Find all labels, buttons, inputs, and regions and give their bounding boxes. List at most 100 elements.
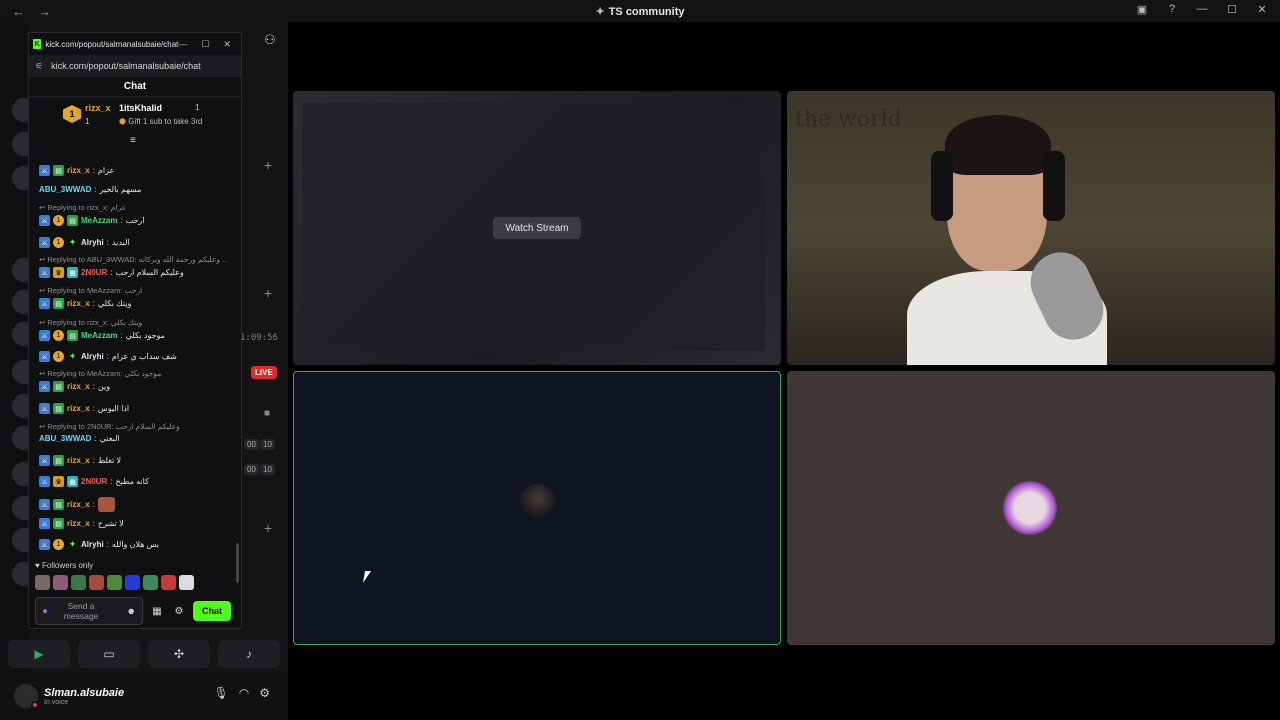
reply-context[interactable]: ↩ Replying to MeAzzam: موجود بكلي: [39, 369, 161, 378]
send-chat-button[interactable]: Chat: [193, 601, 231, 621]
chat-username[interactable]: rizx_x: [67, 500, 90, 509]
headphone-right: [1043, 151, 1065, 221]
moderator-badge-icon: ⚔: [39, 351, 50, 362]
stream-timer: 1:09:56: [240, 333, 278, 343]
chat-username[interactable]: ABU_3WWAD: [39, 185, 91, 194]
participant-avatar: [520, 484, 556, 520]
leader-name[interactable]: rizx_x: [85, 103, 111, 113]
chat-text: بس هلان والله: [111, 540, 160, 549]
emoji-picker-icon[interactable]: ☻: [127, 606, 136, 616]
chat-username[interactable]: Alryhi: [81, 352, 104, 361]
emote-button[interactable]: [179, 575, 194, 590]
user-panel: Slman.alsubaie In voice 🎙 ◠ ⚙: [0, 672, 288, 720]
reply-context[interactable]: ↩ Replying to 2N0UR: وعليكم السلام ارحب: [39, 422, 180, 431]
settings-icon[interactable]: ⚙: [259, 686, 270, 700]
voice-controls: ▶ ▭ ✣ ♪: [8, 640, 280, 668]
chat-text: شف سداب ي عزام: [111, 352, 177, 361]
microphone-icon[interactable]: 🎙: [214, 686, 229, 700]
close-button[interactable]: ✕: [1254, 3, 1270, 16]
maximize-button[interactable]: ☐: [201, 39, 209, 50]
close-button[interactable]: ✕: [223, 39, 231, 50]
emote-button[interactable]: [53, 575, 68, 590]
emote-button[interactable]: [89, 575, 104, 590]
status-dot: [31, 701, 39, 709]
chat-username[interactable]: rizx_x: [67, 456, 90, 465]
reply-context[interactable]: ↩ Replying to MeAzzam: ارحب: [39, 286, 142, 295]
second-leader-name[interactable]: 1itsKhalid: [119, 103, 162, 113]
chat-message: ⚔ 1 ▤ MeAzzam: ارحب: [39, 215, 145, 226]
chat-username[interactable]: MeAzzam: [81, 331, 117, 340]
moderator-badge-icon: ⚔: [39, 499, 50, 510]
emote-button[interactable]: [107, 575, 122, 590]
chat-messages: ⚔ ▤ rizx_x: عزام ABU_3WWAD: مسهم بالخير ↩ Re…: [29, 157, 241, 557]
video-camera-button[interactable]: ▶: [8, 640, 70, 668]
moderator-badge-icon: ⚔: [39, 518, 50, 529]
reply-context[interactable]: ↩ Replying to ABU_3WWAD: وعليكم ورحمة ال…: [39, 255, 228, 264]
chat-username[interactable]: rizx_x: [67, 166, 90, 175]
chat-text: البغني: [99, 434, 120, 443]
chat-username[interactable]: Alryhi: [81, 238, 104, 247]
store-icon[interactable]: ▦: [149, 606, 165, 617]
moderator-badge-icon: ⚔: [39, 165, 50, 176]
url-bar[interactable]: ⚟ kick.com/popout/salmanalsubaie/chat: [29, 55, 241, 77]
chat-input-placeholder: Send a message: [63, 601, 99, 621]
chat-text: ارحب: [125, 216, 145, 225]
chat-username[interactable]: rizx_x: [67, 382, 90, 391]
reply-context[interactable]: ↩ Replying to rizx_x: ويتك بكلي: [39, 318, 142, 327]
voice-input-icon[interactable]: ●: [42, 606, 48, 617]
screen-share-tile[interactable]: Watch Stream: [293, 91, 781, 365]
chat-message: ⚔ ♛ ▦ 2N0UR: كانه مطبخ: [39, 476, 149, 487]
filter-icon[interactable]: ≡: [130, 135, 136, 146]
add-channel-icon[interactable]: +: [264, 157, 272, 173]
chat-username[interactable]: Alryhi: [81, 540, 104, 549]
emote-button[interactable]: [71, 575, 86, 590]
chat-username[interactable]: 2N0UR: [81, 477, 107, 486]
camera-icon: ■: [264, 408, 271, 419]
activities-button[interactable]: ✣: [148, 640, 210, 668]
chat-message: ⚔ ▤ rizx_x: لا تغلط: [39, 455, 121, 466]
reply-text: Replying to ABU_3WWAD: وعليكم ورحمة الله…: [47, 255, 229, 264]
webcam-tile[interactable]: the world: [787, 91, 1275, 365]
chat-message-input[interactable]: ● Send a message ☻: [35, 597, 143, 625]
moderator-badge-icon: ⚔: [39, 403, 50, 414]
chat-message: ABU_3WWAD: مسهم بالخير: [39, 185, 142, 194]
help-icon[interactable]: ?: [1164, 3, 1180, 16]
site-settings-icon[interactable]: ⚟: [35, 61, 43, 72]
screen-share-button[interactable]: ▭: [78, 640, 140, 668]
reply-context[interactable]: ↩ Replying to rizx_x: عزام: [39, 203, 126, 212]
maximize-button[interactable]: ☐: [1224, 3, 1240, 16]
chat-username[interactable]: rizx_x: [67, 299, 90, 308]
subscriber-badge-icon: ▤: [53, 518, 64, 529]
inbox-icon[interactable]: ▣: [1134, 3, 1150, 16]
voice-participant-tile[interactable]: [787, 371, 1275, 645]
minimize-button[interactable]: —: [178, 39, 187, 50]
voice-participant-tile[interactable]: [293, 371, 781, 645]
soundboard-button[interactable]: ♪: [218, 640, 280, 668]
chat-text: وين: [97, 382, 111, 391]
chat-username[interactable]: MeAzzam: [81, 216, 117, 225]
emote-button[interactable]: [143, 575, 158, 590]
chat-input-row: ● Send a message ☻ ▦ ⚙ Chat: [35, 596, 237, 626]
watch-stream-button[interactable]: Watch Stream: [493, 217, 581, 239]
chat-username[interactable]: rizx_x: [67, 519, 90, 528]
gifter-badge-icon: 1: [53, 330, 64, 341]
minimize-button[interactable]: —: [1194, 3, 1210, 16]
emote-button[interactable]: [125, 575, 140, 590]
headphones-icon[interactable]: ◠: [239, 686, 249, 700]
add-channel-icon[interactable]: +: [264, 520, 272, 536]
username[interactable]: Slman.alsubaie: [44, 687, 124, 699]
emote-button[interactable]: [161, 575, 176, 590]
moderator-badge-icon: ⚔: [39, 381, 50, 392]
chat-username[interactable]: rizx_x: [67, 404, 90, 413]
kick-logo-icon: K: [33, 39, 42, 49]
add-friend-icon[interactable]: ⚇: [264, 32, 276, 48]
chat-scrollbar[interactable]: [236, 543, 239, 583]
chat-username[interactable]: 2N0UR: [81, 268, 107, 277]
chat-settings-icon[interactable]: ⚙: [171, 606, 187, 617]
chat-username[interactable]: ABU_3WWAD: [39, 434, 91, 443]
avatar[interactable]: [14, 684, 39, 709]
add-channel-icon[interactable]: +: [264, 285, 272, 301]
gift-prompt[interactable]: ⬢ Gift 1 sub to take 3rd: [119, 117, 202, 126]
emote-button[interactable]: [35, 575, 50, 590]
wall-text: the world: [795, 107, 902, 132]
